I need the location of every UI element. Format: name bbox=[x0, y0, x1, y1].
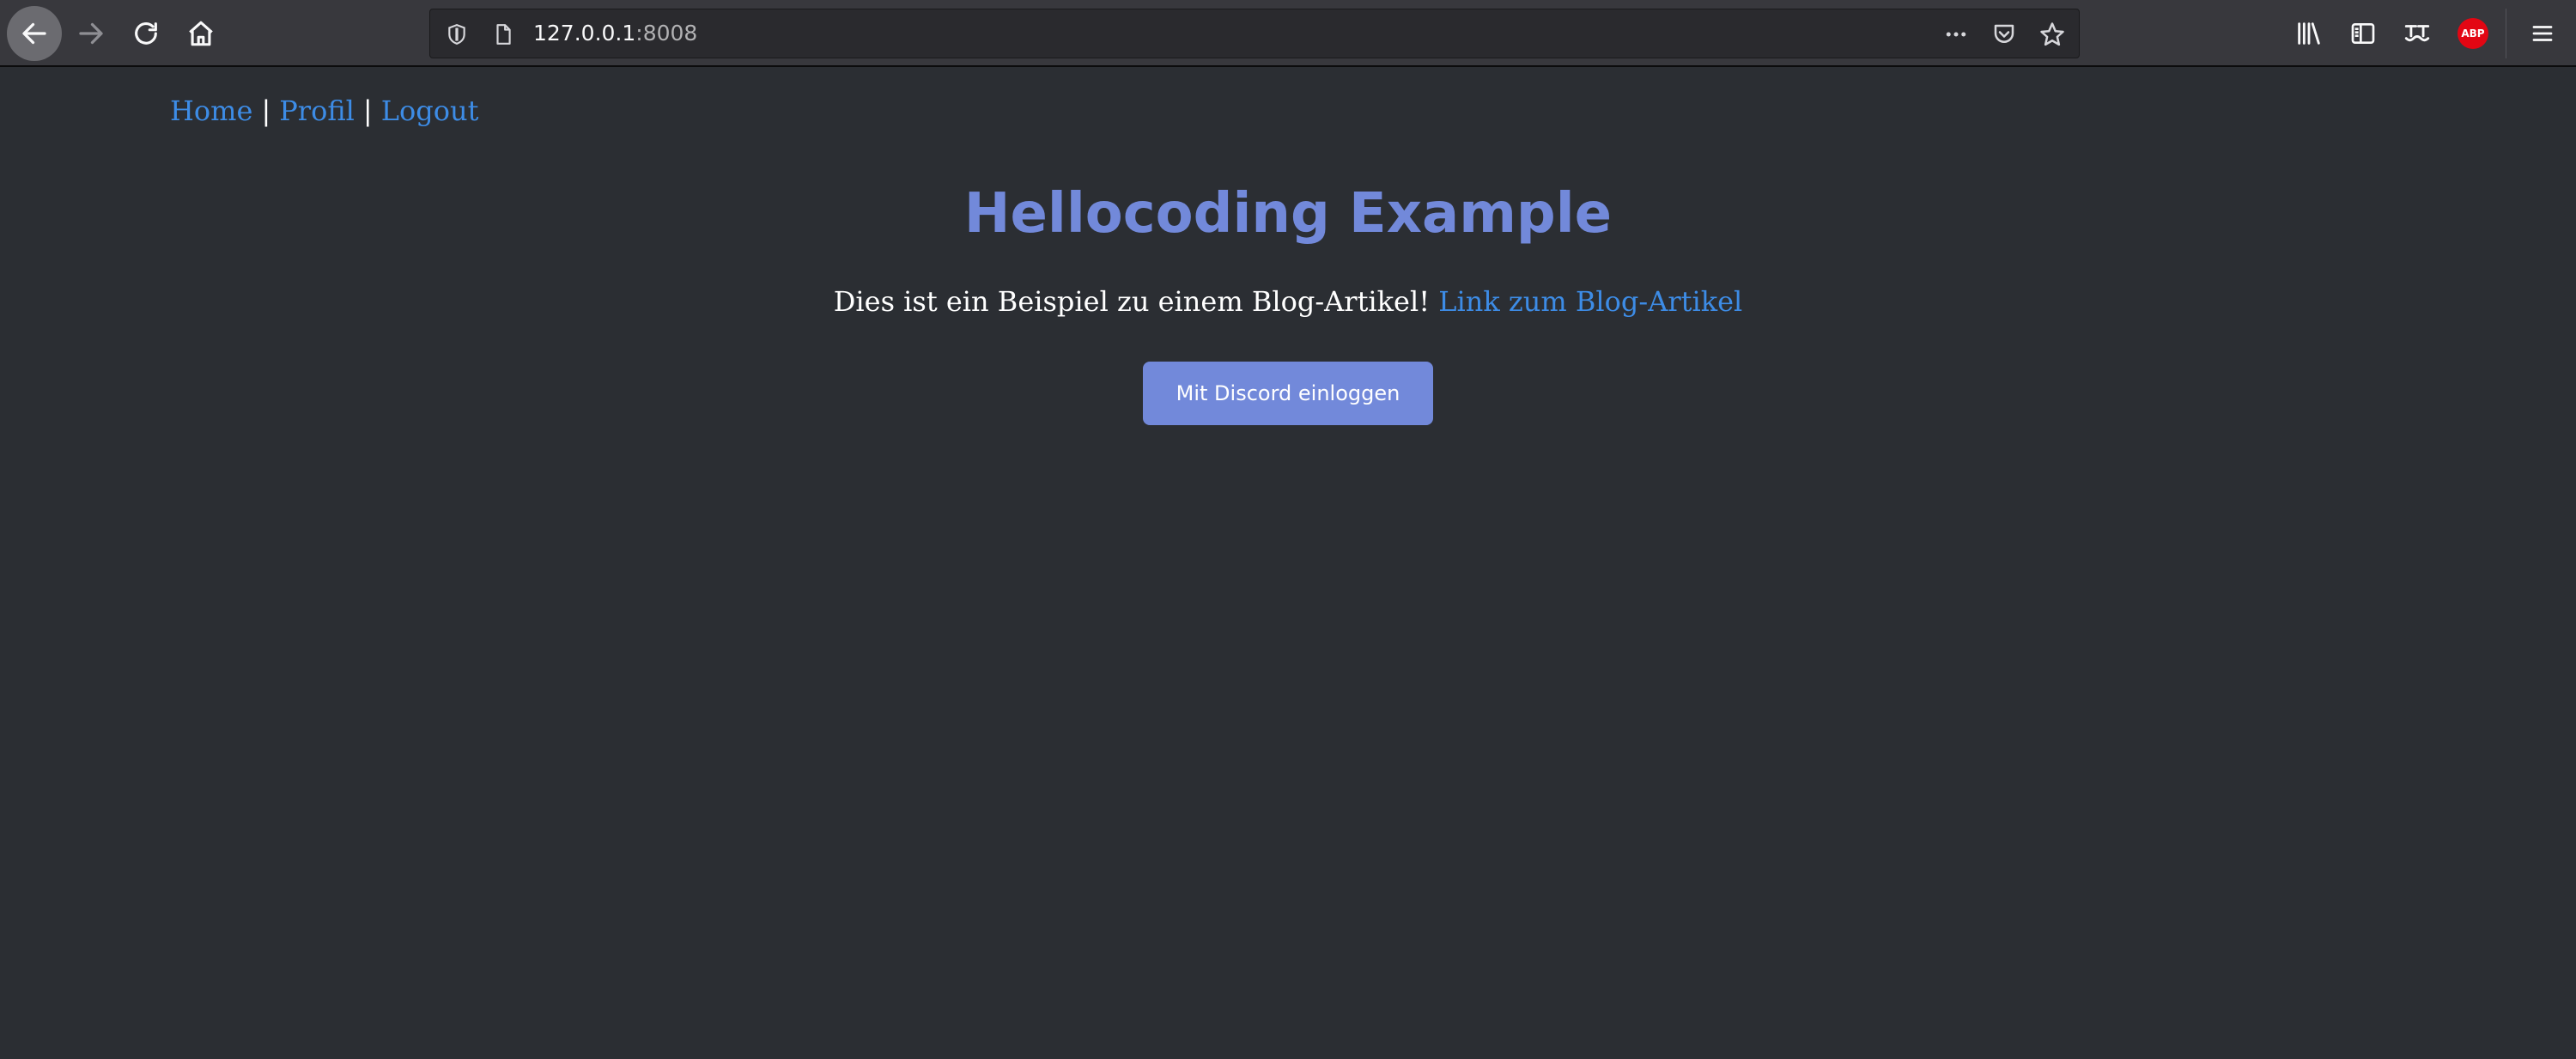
blog-article-link[interactable]: Link zum Blog-Artikel bbox=[1438, 285, 1742, 318]
nav-separator: | bbox=[362, 94, 373, 127]
translate-icon bbox=[2404, 25, 2430, 42]
home-button[interactable] bbox=[173, 6, 228, 61]
url-text[interactable]: 127.0.0.1:8008 bbox=[533, 21, 697, 46]
browser-toolbar: 127.0.0.1:8008 ABP bbox=[0, 0, 2576, 67]
translate-button[interactable] bbox=[2394, 10, 2440, 57]
nav-separator: | bbox=[261, 94, 271, 127]
nav-link-logout[interactable]: Logout bbox=[381, 94, 479, 127]
reload-button[interactable] bbox=[118, 6, 173, 61]
menu-button[interactable] bbox=[2519, 10, 2566, 57]
url-host: 127.0.0.1 bbox=[533, 21, 636, 46]
bookmark-star-icon[interactable] bbox=[2038, 20, 2067, 49]
page-title: Hellocoding Example bbox=[963, 182, 1613, 246]
discord-login-button[interactable]: Mit Discord einloggen bbox=[1143, 362, 1433, 425]
page-icon[interactable] bbox=[489, 20, 518, 49]
url-bar[interactable]: 127.0.0.1:8008 bbox=[429, 9, 2080, 58]
site-navigation: Home | Profil | Logout bbox=[170, 94, 478, 127]
forward-button[interactable] bbox=[64, 6, 118, 61]
arrow-right-icon bbox=[79, 22, 103, 45]
arrow-left-icon bbox=[22, 22, 46, 45]
pocket-icon[interactable] bbox=[1990, 20, 2019, 49]
library-button[interactable] bbox=[2286, 10, 2332, 57]
back-button[interactable] bbox=[7, 6, 62, 61]
adblock-button[interactable]: ABP bbox=[2450, 10, 2496, 57]
nav-link-profile[interactable]: Profil bbox=[279, 94, 355, 127]
nav-link-home[interactable]: Home bbox=[170, 94, 252, 127]
shield-icon[interactable] bbox=[442, 20, 471, 49]
intro-paragraph: Dies ist ein Beispiel zu einem Blog-Arti… bbox=[0, 285, 2576, 318]
home-icon bbox=[189, 21, 213, 46]
url-port: :8008 bbox=[635, 21, 698, 46]
hamburger-menu-icon bbox=[2532, 26, 2553, 41]
intro-text: Dies ist ein Beispiel zu einem Blog-Arti… bbox=[833, 285, 1431, 318]
sidebar-button[interactable] bbox=[2340, 10, 2386, 57]
reload-icon bbox=[135, 22, 157, 45]
sidebar-icon bbox=[2351, 23, 2375, 44]
adblock-icon: ABP bbox=[2458, 18, 2488, 49]
library-icon bbox=[2298, 22, 2320, 45]
more-actions-icon[interactable] bbox=[1941, 20, 1971, 49]
